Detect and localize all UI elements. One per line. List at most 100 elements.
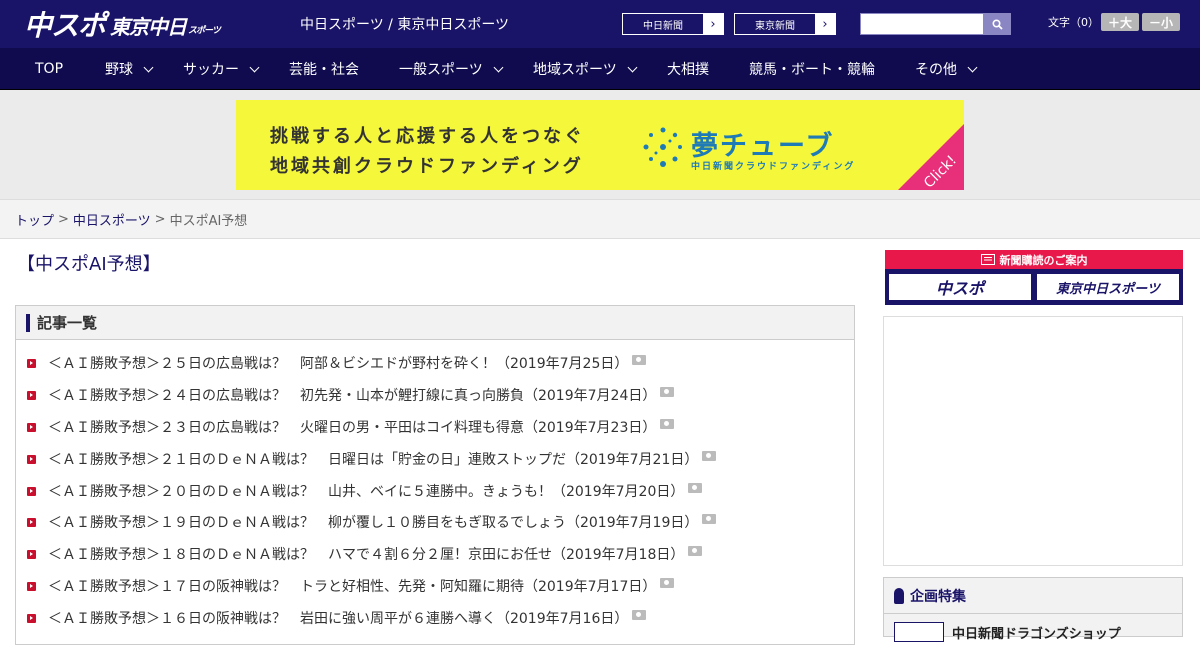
list-item[interactable]: ＜ＡＩ勝敗予想＞２３日の広島戦は？ 火曜日の男・平田はコイ料理も得意（2019年… xyxy=(16,417,675,437)
nav-label: サッカー xyxy=(183,62,239,78)
chevron-right-icon: › xyxy=(815,14,835,34)
nav-label: TOP xyxy=(35,61,64,77)
article-link[interactable]: ＜ＡＩ勝敗予想＞２１日のＤｅＮＡ戦は？ 日曜日は「貯金の日」連敗ストップだ（20… xyxy=(48,449,698,469)
play-bullet-icon xyxy=(27,549,36,559)
article-list-header: 記事一覧 xyxy=(16,306,854,340)
play-bullet-icon xyxy=(27,454,36,464)
feature-thumbnail xyxy=(894,622,944,642)
chuspo-subscribe-logo[interactable]: 中スポ xyxy=(888,273,1032,301)
nav-racing[interactable]: 競馬・ボート・競輪 xyxy=(749,48,875,90)
nav-soccer[interactable]: サッカー xyxy=(183,48,260,90)
camera-icon xyxy=(660,387,675,397)
search-icon xyxy=(991,18,1003,30)
crowdfunding-banner[interactable]: 挑戦する人と応援する人をつなぐ 地域共創クラウドファンディング 夢チューブ 中日… xyxy=(236,100,964,190)
tokyo-logo-text: 東京中日 xyxy=(110,15,187,39)
article-link[interactable]: ＜ＡＩ勝敗予想＞１９日のＤｅＮＡ戦は？ 柳が覆し１０勝目をもぎ取るでしょう（20… xyxy=(48,512,698,532)
chunichi-shimbun-link[interactable]: 中日新聞 › xyxy=(622,13,724,35)
banner-brand-sub: 中日新聞クラウドファンディング xyxy=(691,162,856,172)
breadcrumb-section[interactable]: 中日スポーツ xyxy=(73,210,151,229)
play-bullet-icon xyxy=(27,517,36,527)
feature-item-label: 中日新聞ドラゴンズショップ xyxy=(952,626,1121,642)
tokyo-chunichi-logo[interactable]: 東京中日 スポーツ xyxy=(110,10,221,40)
nav-baseball[interactable]: 野球 xyxy=(105,48,154,90)
list-item[interactable]: ＜ＡＩ勝敗予想＞２４日の広島戦は？ 初先発・山本が鯉打線に真っ向勝負（2019年… xyxy=(16,385,675,405)
nav-general-sports[interactable]: 一般スポーツ xyxy=(399,48,504,90)
page-title: 【中スポAI予想】 xyxy=(17,254,161,275)
camera-icon xyxy=(632,355,647,365)
article-link[interactable]: ＜ＡＩ勝敗予想＞２０日のＤｅＮＡ戦は？ 山井、ベイに５連勝中。きょうも！（201… xyxy=(48,481,684,501)
main-nav: TOP 野球 サッカー 芸能・社会 一般スポーツ 地域スポーツ 大相撲 競馬・ボ… xyxy=(0,48,1200,90)
yume-tube-brand: 夢チューブ 中日新聞クラウドファンディング xyxy=(641,124,911,172)
play-bullet-icon xyxy=(27,613,36,623)
camera-icon xyxy=(632,610,647,620)
nav-sumo[interactable]: 大相撲 xyxy=(667,48,709,90)
camera-icon xyxy=(688,483,703,493)
camera-icon xyxy=(688,546,703,556)
camera-icon xyxy=(660,578,675,588)
chuspo-logo[interactable]: 中スポ xyxy=(24,7,106,42)
chevron-right-icon: › xyxy=(703,14,723,34)
feature-item[interactable]: 中日新聞ドラゴンズショップ xyxy=(894,622,1121,642)
subscription-box[interactable]: 新聞購読のご案内 中スポ 東京中日スポーツ xyxy=(885,250,1183,305)
list-item[interactable]: ＜ＡＩ勝敗予想＞２１日のＤｅＮＡ戦は？ 日曜日は「貯金の日」連敗ストップだ（20… xyxy=(16,449,717,469)
banner-line2: 地域共創クラウドファンディング xyxy=(270,156,584,177)
breadcrumb-home[interactable]: トップ xyxy=(15,210,54,229)
play-bullet-icon xyxy=(27,390,36,400)
nav-label: 大相撲 xyxy=(667,62,709,78)
list-item[interactable]: ＜ＡＩ勝敗予想＞１９日のＤｅＮＡ戦は？ 柳が覆し１０勝目をもぎ取るでしょう（20… xyxy=(16,512,717,532)
camera-icon xyxy=(702,514,717,524)
search-input[interactable] xyxy=(860,13,984,35)
nav-label: 競馬・ボート・競輪 xyxy=(749,62,875,78)
nav-top[interactable]: TOP xyxy=(35,48,63,90)
chevron-down-icon xyxy=(627,62,638,72)
tokyo-logo-small: スポーツ xyxy=(188,26,221,36)
search-button[interactable] xyxy=(983,13,1011,35)
medal-icon xyxy=(894,587,904,604)
play-bullet-icon xyxy=(27,358,36,368)
play-bullet-icon xyxy=(27,486,36,496)
site-title: 中日スポーツ / 東京中日スポーツ xyxy=(300,17,510,33)
list-item[interactable]: ＜ＡＩ勝敗予想＞２５日の広島戦は？ 阿部＆ビシエドが野村を砕く！（2019年7月… xyxy=(16,353,647,373)
nav-others[interactable]: その他 xyxy=(915,48,978,90)
nav-label: 一般スポーツ xyxy=(399,62,483,78)
ad-slot xyxy=(883,316,1183,566)
chevron-down-icon xyxy=(249,62,260,72)
list-item[interactable]: ＜ＡＩ勝敗予想＞１６日の阪神戦は？ 岩田に強い周平が６連勝へ導く（2019年7月… xyxy=(16,608,647,628)
tokyo-shimbun-link[interactable]: 東京新聞 › xyxy=(734,13,836,35)
nav-local-sports[interactable]: 地域スポーツ xyxy=(533,48,638,90)
feature-heading: 企画特集 xyxy=(910,588,966,605)
article-link[interactable]: ＜ＡＩ勝敗予想＞１６日の阪神戦は？ 岩田に強い周平が６連勝へ導く（2019年7月… xyxy=(48,608,628,628)
nav-label: その他 xyxy=(915,62,957,78)
banner-line1: 挑戦する人と応援する人をつなぐ xyxy=(270,126,585,147)
camera-icon xyxy=(660,419,675,429)
site-header: 中スポ 東京中日 スポーツ 中日スポーツ / 東京中日スポーツ 中日新聞 › 東京… xyxy=(0,0,1200,48)
font-size-label: 文字（0） xyxy=(1048,16,1099,29)
breadcrumb-sep: > xyxy=(154,211,166,227)
nav-entertainment[interactable]: 芸能・社会 xyxy=(289,48,359,90)
list-item[interactable]: ＜ＡＩ勝敗予想＞２０日のＤｅＮＡ戦は？ 山井、ベイに５連勝中。きょうも！（201… xyxy=(16,481,703,501)
camera-icon xyxy=(702,451,717,461)
heading-bar xyxy=(26,313,30,332)
play-bullet-icon xyxy=(27,581,36,591)
font-bigger-button[interactable]: ＋大 xyxy=(1101,13,1139,31)
nav-label: 野球 xyxy=(105,62,133,78)
article-link[interactable]: ＜ＡＩ勝敗予想＞２３日の広島戦は？ 火曜日の男・平田はコイ料理も得意（2019年… xyxy=(48,417,656,437)
ext-link-label: 中日新聞 xyxy=(643,20,683,32)
chevron-down-icon xyxy=(143,62,154,72)
font-smaller-button[interactable]: －小 xyxy=(1142,13,1180,31)
article-link[interactable]: ＜ＡＩ勝敗予想＞２５日の広島戦は？ 阿部＆ビシエドが野村を砕く！（2019年7月… xyxy=(48,353,628,373)
article-link[interactable]: ＜ＡＩ勝敗予想＞１７日の阪神戦は？ トラと好相性、先発・阿知羅に期待（2019年… xyxy=(48,576,656,596)
list-item[interactable]: ＜ＡＩ勝敗予想＞１７日の阪神戦は？ トラと好相性、先発・阿知羅に期待（2019年… xyxy=(16,576,675,596)
list-item[interactable]: ＜ＡＩ勝敗予想＞１８日のＤｅＮＡ戦は？ ハマで４割６分２厘！京田にお任せ（201… xyxy=(16,544,703,564)
subscription-heading-text: 新聞購読のご案内 xyxy=(999,253,1088,267)
article-list-heading: 記事一覧 xyxy=(37,314,98,332)
feature-header: 企画特集 xyxy=(884,578,1182,614)
article-link[interactable]: ＜ＡＩ勝敗予想＞１８日のＤｅＮＡ戦は？ ハマで４割６分２厘！京田にお任せ（201… xyxy=(48,544,684,564)
breadcrumb-current: 中スポAI予想 xyxy=(169,213,248,229)
play-bullet-icon xyxy=(27,422,36,432)
tokyo-subscribe-logo[interactable]: 東京中日スポーツ xyxy=(1036,273,1180,301)
article-link[interactable]: ＜ＡＩ勝敗予想＞２４日の広島戦は？ 初先発・山本が鯉打線に真っ向勝負（2019年… xyxy=(48,385,656,405)
breadcrumb-sep: > xyxy=(58,211,69,227)
newspaper-icon xyxy=(980,254,995,265)
nav-label: 芸能・社会 xyxy=(289,62,359,78)
